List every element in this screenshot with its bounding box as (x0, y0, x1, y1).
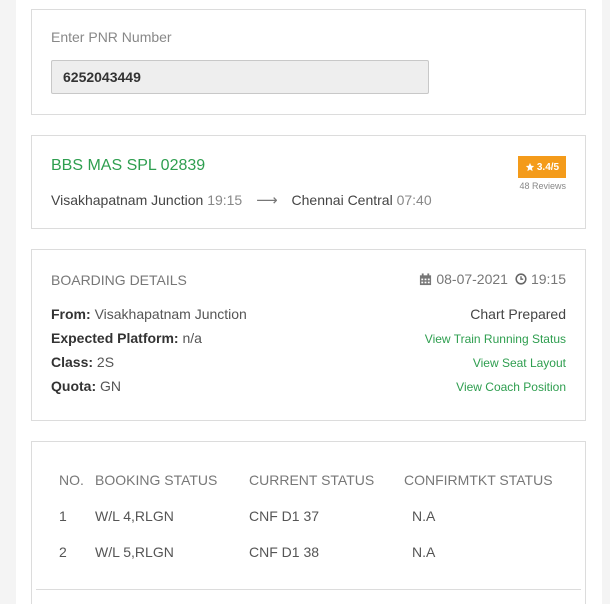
row-2-confirmtkt-status: N.A (412, 544, 436, 560)
boarding-heading: BOARDING DETAILS (51, 272, 187, 288)
row-1-current-status: CNF D1 37 (249, 508, 320, 524)
page-container: Enter PNR Number 6252043449 BBS MAS SPL … (16, 0, 602, 604)
rating-value: 3.4/5 (536, 161, 560, 173)
booking-status-card: NO. BOOKING STATUS CURRENT STATUS CONFIR… (31, 441, 586, 604)
quota-value: GN (100, 378, 121, 394)
row-2-no: 2 (59, 544, 67, 560)
row-1-confirmtkt-status: N.A (412, 508, 436, 524)
chart-status: Chart Prepared (470, 306, 566, 322)
quota-label: Quota: (51, 378, 97, 394)
row-2-booking-status: W/L 5,RLGN (95, 544, 174, 560)
platform-label: Expected Platform: (51, 330, 179, 346)
table-divider (36, 589, 581, 590)
class-label: Class: (51, 354, 94, 370)
view-running-status-link[interactable]: View Train Running Status (425, 332, 566, 346)
row-1-booking-status: W/L 4,RLGN (95, 508, 174, 524)
rating-badge[interactable]: 3.4/5 (518, 156, 566, 178)
pnr-input-label: Enter PNR Number (51, 29, 172, 45)
header-current-status: CURRENT STATUS (249, 472, 375, 488)
star-icon (525, 162, 535, 172)
class-row: Class: 2S (51, 354, 114, 370)
from-label: From: (51, 306, 91, 322)
view-coach-position-link[interactable]: View Coach Position (456, 380, 566, 394)
view-seat-layout-link[interactable]: View Seat Layout (473, 356, 566, 370)
arrival-time: 07:40 (396, 192, 432, 208)
boarding-details-card: BOARDING DETAILS 08-07-2021 19:15 From: … (31, 249, 586, 421)
class-value: 2S (96, 354, 115, 370)
header-booking-status: BOOKING STATUS (95, 472, 218, 488)
boarding-date: 08-07-2021 (436, 271, 508, 287)
to-station: Chennai Central (291, 192, 393, 208)
boarding-from-row: From: Visakhapatnam Junction (51, 306, 247, 322)
train-route: Visakhapatnam Junction 19:15 ⟶ Chennai C… (51, 191, 432, 209)
departure-time: 19:15 (207, 192, 243, 208)
platform-row: Expected Platform: n/a (51, 330, 202, 346)
boarding-time: 19:15 (530, 271, 566, 287)
clock-icon (515, 273, 527, 285)
header-confirmtkt-status: CONFIRMTKT STATUS (404, 472, 553, 488)
quota-row: Quota: GN (51, 378, 121, 394)
platform-value: n/a (182, 330, 202, 346)
pnr-input[interactable]: 6252043449 (51, 60, 429, 94)
from-station: Visakhapatnam Junction (51, 192, 204, 208)
pnr-card: Enter PNR Number 6252043449 (31, 9, 586, 115)
calendar-icon (420, 272, 432, 285)
train-card: BBS MAS SPL 02839 Visakhapatnam Junction… (31, 135, 586, 229)
row-2-current-status: CNF D1 38 (249, 544, 320, 560)
header-no: NO. (59, 472, 84, 488)
reviews-count[interactable]: 48 Reviews (519, 181, 566, 191)
arrow-right-icon: ⟶ (256, 192, 278, 209)
boarding-datetime: 08-07-2021 19:15 (419, 271, 566, 287)
train-name[interactable]: BBS MAS SPL 02839 (51, 157, 205, 175)
row-1-no: 1 (59, 508, 67, 524)
from-value: Visakhapatnam Junction (94, 306, 247, 322)
